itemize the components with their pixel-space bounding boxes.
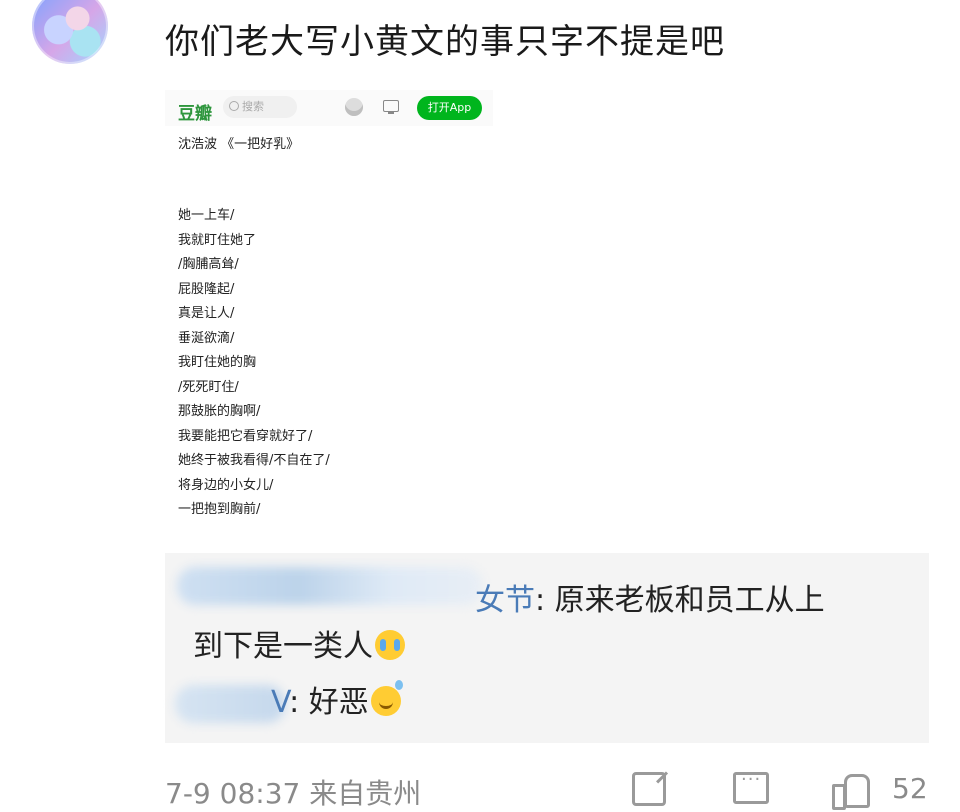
comment-nickname[interactable]: 女节 bbox=[475, 583, 535, 618]
poem-body: 她一上车/ 我就盯住她了 /胸脯高耸/ 屁股隆起/ 真是让人/ 垂涎欲滴/ 我盯… bbox=[178, 204, 330, 523]
avatar[interactable] bbox=[32, 0, 108, 64]
comment-section: 女节: 原来老板和员工从上 到下是一类人 V: 好恶 bbox=[165, 553, 929, 743]
user-icon bbox=[345, 98, 363, 116]
screen-icon bbox=[383, 100, 399, 114]
poem-line: 我就盯住她了 bbox=[178, 232, 257, 248]
poem-line: 将身边的小女儿/ bbox=[178, 477, 274, 493]
comment-text: 到下是一类人 bbox=[193, 629, 373, 664]
poem-line: 她一上车/ bbox=[178, 208, 235, 223]
poem-title: 沈浩波 《一把好乳》 bbox=[178, 137, 300, 152]
poem-line: 那鼓胀的胸啊/ bbox=[178, 404, 261, 419]
blurred-nickname bbox=[175, 685, 285, 723]
search-icon bbox=[229, 101, 239, 111]
comment-nickname[interactable]: V bbox=[271, 685, 289, 720]
comment-line[interactable]: V: 好恶 bbox=[271, 680, 403, 725]
comment-line[interactable]: 到下是一类人 bbox=[193, 625, 405, 669]
douban-search: 搜索 bbox=[223, 96, 297, 118]
comment-line[interactable]: 女节: 原来老板和员工从上 bbox=[475, 579, 825, 623]
poem-line: 我盯住她的胸 bbox=[178, 355, 257, 370]
poem-line: 我要能把它看穿就好了/ bbox=[178, 428, 313, 444]
like-icon[interactable] bbox=[832, 772, 870, 810]
post-meta: 7-9 08:37 来自贵州 bbox=[165, 777, 422, 810]
comment-text: : 原来老板和员工从上 bbox=[535, 583, 825, 618]
crying-laughing-icon bbox=[375, 630, 405, 660]
search-placeholder: 搜索 bbox=[242, 100, 264, 113]
douban-header: 豆瓣 搜索 打开App bbox=[165, 90, 493, 126]
blurred-nickname bbox=[177, 567, 483, 605]
post-text: 你们老大写小黄文的事只字不提是吧 bbox=[165, 22, 725, 62]
poem-line: 屁股隆起/ bbox=[178, 281, 235, 297]
poem-line: /胸脯高耸/ bbox=[178, 257, 239, 272]
like-count: 52 bbox=[892, 772, 928, 805]
douban-logo: 豆瓣 bbox=[178, 104, 212, 124]
open-app-button: 打开App bbox=[417, 96, 482, 120]
poem-line: 垂涎欲滴/ bbox=[178, 330, 235, 346]
poem-line: 她终于被我看得/不自在了/ bbox=[178, 453, 330, 468]
poem-line: 真是让人/ bbox=[178, 306, 235, 321]
poem-line: /死死盯住/ bbox=[178, 379, 239, 395]
share-icon[interactable] bbox=[632, 772, 666, 806]
sweat-smile-icon bbox=[370, 680, 403, 716]
embedded-screenshot: 豆瓣 搜索 打开App 沈浩波 《一把好乳》 她一上车/ 我就盯住她了 /胸脯高… bbox=[165, 90, 493, 530]
comment-text: : 好恶 bbox=[289, 685, 369, 720]
poem-line: 一把抱到胸前/ bbox=[178, 502, 261, 517]
comment-icon[interactable] bbox=[733, 769, 769, 804]
